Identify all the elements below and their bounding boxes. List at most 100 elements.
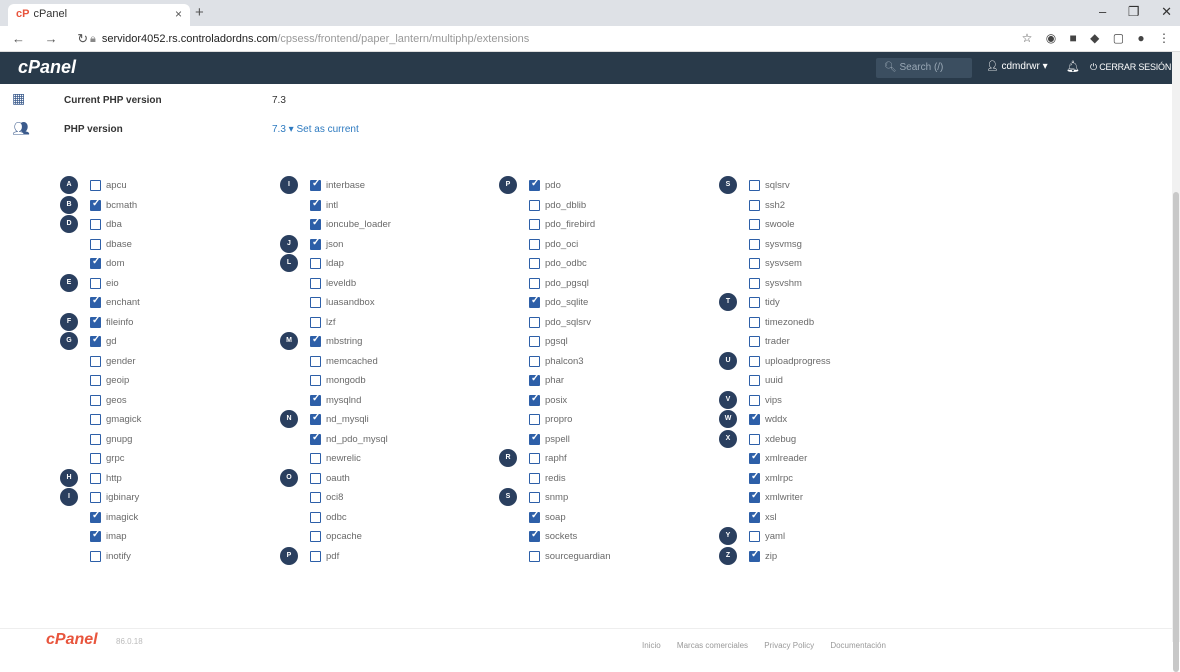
extension-checkbox[interactable] [749, 490, 760, 503]
extension-checkbox[interactable] [749, 375, 760, 386]
extension-checkbox[interactable] [90, 375, 101, 386]
back-icon[interactable]: ← [12, 31, 25, 46]
extension-checkbox[interactable] [749, 356, 760, 367]
scrollbar-thumb[interactable] [1173, 192, 1179, 672]
extension-checkbox[interactable] [90, 434, 101, 445]
notifications-bell-icon[interactable]: 🔔︎ [1066, 60, 1080, 73]
extension-checkbox[interactable] [90, 180, 101, 191]
extension-checkbox[interactable] [310, 473, 321, 484]
extension-checkbox[interactable] [529, 393, 540, 406]
extension-checkbox[interactable] [529, 473, 540, 484]
extension-checkbox[interactable] [749, 412, 760, 425]
extension-checkbox[interactable] [749, 297, 760, 308]
extension-checkbox[interactable] [749, 395, 760, 406]
extension-checkbox[interactable] [90, 334, 101, 347]
extension-checkbox[interactable] [529, 200, 540, 211]
user-menu[interactable]: 👤︎ cdmdrwr ▾ [986, 61, 1048, 72]
footer-link[interactable]: Privacy Policy [764, 641, 814, 650]
logout-button[interactable]: ⏻ CERRAR SESIÓN [1090, 62, 1171, 73]
vertical-scrollbar[interactable] [1172, 52, 1180, 672]
extension-checkbox[interactable] [529, 258, 540, 269]
extension-checkbox[interactable] [90, 529, 101, 542]
extension-checkbox[interactable] [749, 180, 760, 191]
extension-checkbox[interactable] [310, 453, 321, 464]
extension-checkbox[interactable] [310, 393, 321, 406]
maximize-icon[interactable]: ❐ [1128, 4, 1140, 19]
extension-checkbox[interactable] [529, 356, 540, 367]
extension-checkbox[interactable] [310, 334, 321, 347]
new-tab-icon[interactable]: + [195, 4, 204, 21]
extension-checkbox[interactable] [749, 471, 760, 484]
extension-checkbox[interactable] [90, 295, 101, 308]
extension-icon[interactable]: ◆ [1090, 31, 1099, 45]
search-input[interactable]: 🔍︎ Search (/) [876, 58, 972, 78]
extension-checkbox[interactable] [90, 256, 101, 269]
extension-icon[interactable]: ◉ [1046, 31, 1056, 45]
extension-checkbox[interactable] [90, 356, 101, 367]
forward-icon[interactable]: → [45, 31, 58, 46]
extension-checkbox[interactable] [529, 492, 540, 503]
footer-link[interactable]: Inicio [642, 641, 661, 650]
close-tab-icon[interactable]: × [175, 7, 182, 21]
extension-checkbox[interactable] [310, 492, 321, 503]
extension-checkbox[interactable] [749, 219, 760, 230]
extension-checkbox[interactable] [310, 432, 321, 445]
extension-checkbox[interactable] [310, 356, 321, 367]
extension-checkbox[interactable] [310, 531, 321, 542]
extension-checkbox[interactable] [310, 178, 321, 191]
extension-checkbox[interactable] [529, 178, 540, 191]
extension-icon[interactable]: ▢ [1113, 31, 1124, 45]
extension-checkbox[interactable] [749, 434, 760, 445]
cpanel-logo[interactable]: cPanel [18, 57, 76, 78]
extension-checkbox[interactable] [529, 295, 540, 308]
extension-checkbox[interactable] [529, 278, 540, 289]
extension-checkbox[interactable] [90, 239, 101, 250]
grid-apps-icon[interactable]: ▦ [12, 90, 32, 106]
extension-checkbox[interactable] [90, 315, 101, 328]
extension-checkbox[interactable] [90, 395, 101, 406]
extension-checkbox[interactable] [310, 512, 321, 523]
extension-checkbox[interactable] [749, 549, 760, 562]
extension-checkbox[interactable] [90, 551, 101, 562]
extension-checkbox[interactable] [90, 278, 101, 289]
extension-checkbox[interactable] [529, 317, 540, 328]
extension-checkbox[interactable] [310, 278, 321, 289]
extension-checkbox[interactable] [310, 317, 321, 328]
close-window-icon[interactable]: ✕ [1161, 4, 1172, 19]
extension-checkbox[interactable] [310, 198, 321, 211]
extension-checkbox[interactable] [749, 239, 760, 250]
bookmark-star-icon[interactable]: ☆ [1022, 31, 1033, 45]
browser-tab[interactable]: cP cPanel × [8, 4, 190, 26]
extension-checkbox[interactable] [749, 451, 760, 464]
extension-checkbox[interactable] [529, 453, 540, 464]
extension-checkbox[interactable] [529, 414, 540, 425]
extension-checkbox[interactable] [749, 278, 760, 289]
url-field[interactable]: 🔒︎ servidor4052.rs.controladordns.com/cps… [82, 30, 1022, 49]
extension-checkbox[interactable] [310, 258, 321, 269]
extension-checkbox[interactable] [90, 453, 101, 464]
extension-checkbox[interactable] [749, 317, 760, 328]
extension-checkbox[interactable] [529, 336, 540, 347]
extension-checkbox[interactable] [529, 510, 540, 523]
extension-checkbox[interactable] [749, 258, 760, 269]
extension-checkbox[interactable] [749, 336, 760, 347]
extension-checkbox[interactable] [90, 414, 101, 425]
footer-link[interactable]: Documentación [830, 641, 886, 650]
extension-checkbox[interactable] [310, 375, 321, 386]
extension-checkbox[interactable] [90, 492, 101, 503]
php-version-select[interactable]: 7.3 ▾ Set as current [272, 124, 359, 135]
extension-icon[interactable]: ■ [1070, 31, 1077, 45]
extension-checkbox[interactable] [749, 531, 760, 542]
footer-link[interactable]: Marcas comerciales [677, 641, 748, 650]
extension-checkbox[interactable] [529, 551, 540, 562]
extension-checkbox[interactable] [90, 198, 101, 211]
extension-checkbox[interactable] [529, 373, 540, 386]
extension-checkbox[interactable] [90, 473, 101, 484]
extension-checkbox[interactable] [529, 239, 540, 250]
users-icon[interactable]: 👥︎ [12, 120, 32, 136]
extension-checkbox[interactable] [310, 217, 321, 230]
extension-checkbox[interactable] [529, 219, 540, 230]
extension-checkbox[interactable] [90, 510, 101, 523]
extension-checkbox[interactable] [529, 529, 540, 542]
extension-checkbox[interactable] [310, 237, 321, 250]
